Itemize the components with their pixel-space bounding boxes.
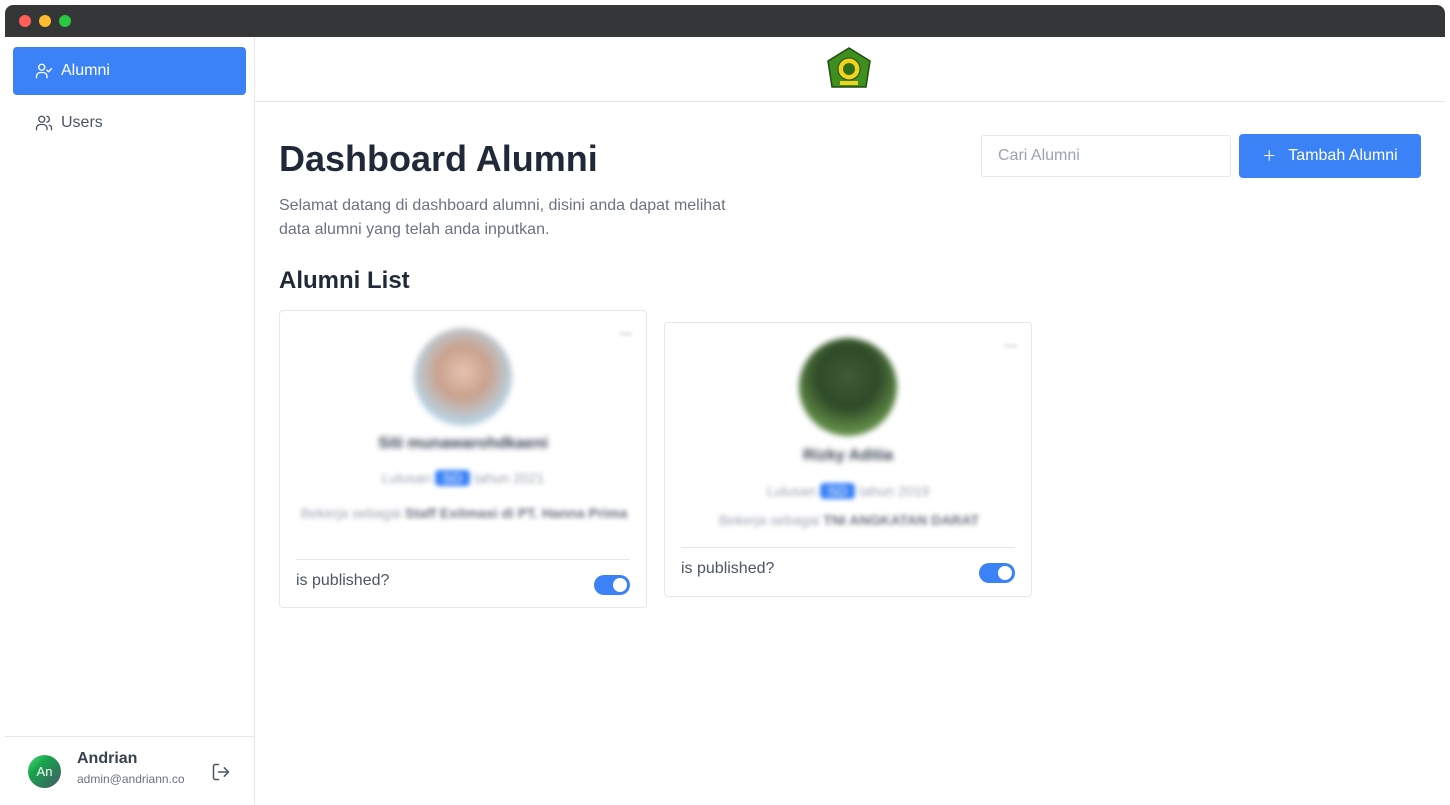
minimize-window-button[interactable] [39,15,51,27]
sidebar: Alumni Users An Andrian admin@andriann.c… [5,37,255,805]
alumni-card: ••• Rizky Aditia Lulusan SD tahun 2019 Bek… [664,322,1032,597]
published-toggle[interactable] [594,575,630,595]
more-options-icon[interactable]: ••• [619,327,632,341]
more-options-icon[interactable]: ••• [1004,339,1017,353]
window-titlebar [5,5,1445,37]
profile-name: Andrian [77,750,138,767]
major-badge: SD [434,470,471,486]
maximize-window-button[interactable] [59,15,71,27]
graduation-prefix: Lulusan [766,483,816,499]
job-prefix: Bekerja sebagai [300,505,401,521]
graduation-prefix: Lulusan [381,470,431,486]
alumni-job: Bekerja sebagai TNI ANGKATAN DARAT [685,508,1013,532]
add-alumni-label: Tambah Alumni [1288,147,1398,164]
alumni-name: Rizky Aditia [802,447,894,464]
alumni-graduation: Lulusan SD tahun 2019 [665,483,1031,499]
page-description: Selamat datang di dashboard alumni, disi… [279,197,726,238]
published-label: is published? [296,572,390,589]
profile-email: admin@andriann.co [77,772,185,786]
major-badge: SD [819,483,856,499]
published-label: is published? [681,560,775,577]
toggle-knob [613,578,627,592]
users-icon [35,115,53,131]
divider [681,547,1015,548]
avatar: An [28,755,61,788]
job-title: TNI ANGKATAN DARAT [823,512,980,528]
sidebar-item-users[interactable]: Users [13,99,246,147]
page-title: Dashboard Alumni [279,138,598,179]
sidebar-item-label: Users [61,114,103,131]
graduation-year: tahun 2021 [474,470,545,486]
close-window-button[interactable] [19,15,31,27]
alumni-graduation: Lulusan SD tahun 2021 [280,470,646,486]
sidebar-item-label: Alumni [61,62,110,79]
sidebar-item-alumni[interactable]: Alumni [13,47,246,95]
alumni-job: Bekerja sebagai Staff Exitmasi di PT. Ha… [300,501,628,525]
job-title: Staff Exitmasi di PT. Hanna Prima [404,505,628,521]
alumni-card: ••• Siti munawarohdkaeni Lulusan SD tahun … [279,310,647,608]
divider [296,559,630,560]
toggle-knob [998,566,1012,580]
logout-icon[interactable] [211,762,231,782]
job-prefix: Bekerja sebagai [718,512,820,528]
app-window: Alumni Users An Andrian admin@andriann.c… [5,5,1445,805]
user-check-icon [35,63,53,79]
user-profile: An Andrian admin@andriann.co [5,736,254,805]
section-title: Alumni List [279,267,410,294]
top-header [255,37,1445,102]
alumni-photo [414,328,512,426]
published-toggle[interactable] [979,563,1015,583]
add-alumni-button[interactable]: ＋ Tambah Alumni [1239,134,1421,178]
alumni-photo [799,338,897,436]
plus-icon: ＋ [1262,148,1277,164]
search-input[interactable] [981,135,1231,177]
school-emblem-logo [827,47,871,88]
alumni-name: Siti munawarohdkaeni [378,435,548,452]
graduation-year: tahun 2019 [859,483,930,499]
